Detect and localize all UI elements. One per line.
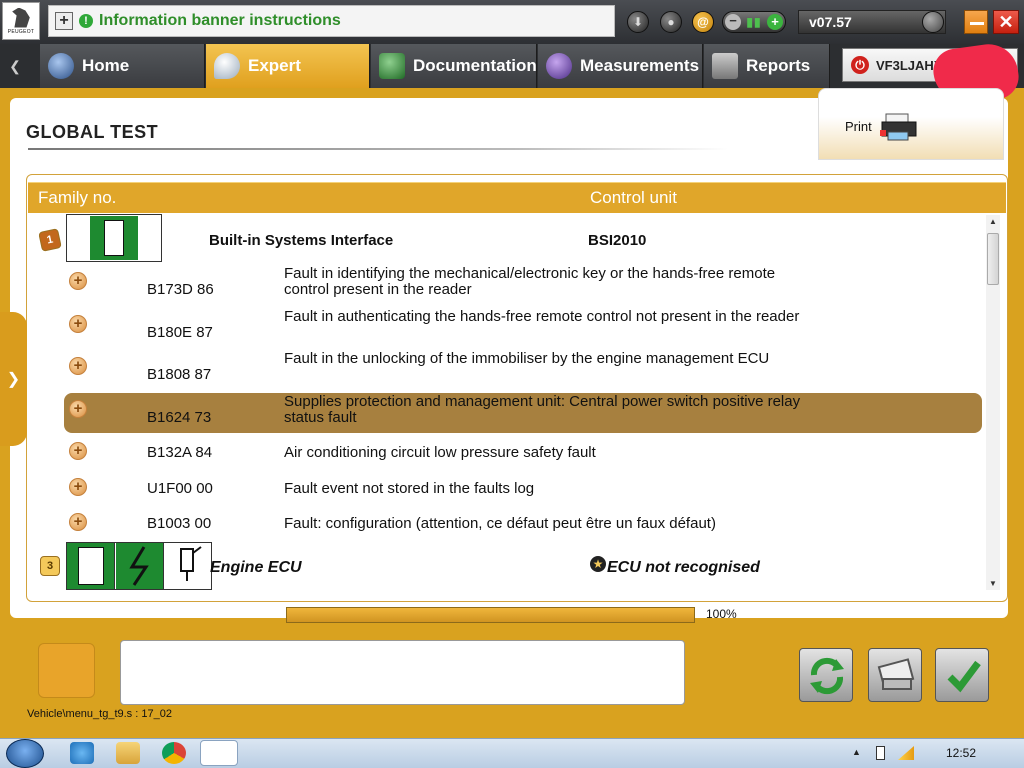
scroll-down-arrow[interactable]: ▼ bbox=[989, 579, 997, 588]
diagbox-taskbar-item[interactable] bbox=[200, 740, 238, 766]
expand-fault-icon[interactable]: + bbox=[69, 442, 87, 460]
expand-fault-icon[interactable]: + bbox=[69, 357, 87, 375]
group-name: Engine ECU bbox=[210, 559, 302, 576]
scrollbar-thumb[interactable] bbox=[987, 233, 999, 285]
internet-explorer-icon[interactable] bbox=[70, 742, 94, 764]
information-banner[interactable]: + ! Information banner instructions bbox=[48, 5, 615, 37]
nav-back-arrow[interactable]: ❮ bbox=[0, 44, 30, 88]
show-hidden-icons[interactable]: ▲ bbox=[852, 747, 861, 757]
status-indicator-box bbox=[38, 643, 95, 698]
tab-expert[interactable]: Expert bbox=[206, 44, 370, 88]
group-badge: 3 bbox=[40, 556, 60, 576]
expand-fault-icon[interactable]: + bbox=[69, 315, 87, 333]
minimize-button[interactable] bbox=[964, 10, 988, 34]
folder-icon[interactable] bbox=[116, 742, 140, 764]
lion-icon bbox=[12, 7, 30, 28]
star-icon: ★ bbox=[590, 556, 606, 572]
logo-text: PEUGEOT bbox=[7, 28, 35, 35]
chrome-icon[interactable] bbox=[162, 742, 186, 764]
refresh-icon bbox=[810, 657, 844, 695]
checkmark-icon bbox=[947, 660, 981, 693]
tab-reports[interactable]: Reports bbox=[704, 44, 830, 88]
ecu-device-icon bbox=[78, 547, 104, 585]
home-icon bbox=[48, 53, 74, 79]
expand-fault-icon[interactable]: + bbox=[69, 478, 87, 496]
taskbar-clock[interactable]: 12:52 bbox=[946, 746, 976, 760]
group-control-unit: BSI2010 bbox=[588, 232, 647, 249]
close-button[interactable]: ✕ bbox=[993, 10, 1019, 34]
fault-code: B173D 86 bbox=[147, 281, 214, 298]
progress-fill bbox=[287, 608, 694, 622]
minus-icon: − bbox=[725, 14, 741, 30]
fault-code: B132A 84 bbox=[147, 444, 213, 461]
print-report-button[interactable] bbox=[868, 648, 922, 702]
printer-icon bbox=[880, 113, 917, 141]
bsi-device-icon bbox=[104, 220, 124, 256]
expand-fault-icon[interactable]: + bbox=[69, 513, 87, 531]
status-path: Vehicle\menu_tg_t9.s : 17_02 bbox=[27, 708, 172, 720]
group-name: Built-in Systems Interface bbox=[209, 232, 394, 249]
fault-table bbox=[26, 174, 1008, 602]
fault-code: B1808 87 bbox=[147, 366, 212, 383]
waveform-icon bbox=[546, 53, 572, 79]
start-button[interactable] bbox=[6, 739, 44, 768]
tab-home[interactable]: Home bbox=[40, 44, 205, 88]
fault-description: Fault in authenticating the hands-free r… bbox=[284, 308, 800, 325]
tab-measurements-label: Measurements bbox=[580, 56, 700, 75]
fault-code: B180E 87 bbox=[147, 324, 213, 341]
title-divider bbox=[28, 148, 728, 150]
fault-description: Fault in identifying the mechanical/elec… bbox=[284, 265, 776, 298]
info-icon: ! bbox=[79, 14, 93, 28]
tab-documentation-label: Documentation bbox=[413, 56, 537, 75]
tab-documentation[interactable]: Documentation bbox=[371, 44, 537, 88]
signal-bars-icon: ▮▮ bbox=[746, 15, 762, 29]
fault-code: B1003 00 bbox=[147, 515, 212, 532]
lightning-icon bbox=[116, 543, 164, 589]
taskbar bbox=[0, 738, 1024, 768]
user-icon[interactable]: ● bbox=[660, 11, 682, 33]
power-icon: ⏻ bbox=[851, 56, 869, 74]
peugeot-logo: PEUGEOT bbox=[2, 2, 40, 40]
side-panel-toggle[interactable]: ❯ bbox=[0, 312, 27, 446]
group-badge-warning: 1 bbox=[38, 228, 62, 252]
chevron-right-icon: ❯ bbox=[6, 371, 21, 388]
battery-icon[interactable] bbox=[876, 746, 885, 760]
message-box bbox=[120, 640, 685, 705]
download-icon[interactable]: ⬇ bbox=[627, 11, 649, 33]
fault-description: Fault in the unlocking of the immobilise… bbox=[284, 350, 770, 367]
fault-code: B1624 73 bbox=[147, 409, 212, 426]
table-header bbox=[28, 182, 1006, 213]
tab-reports-label: Reports bbox=[746, 56, 811, 75]
page-title: GLOBAL TEST bbox=[26, 122, 159, 142]
fault-code: U1F00 00 bbox=[147, 480, 213, 497]
knob-icon[interactable] bbox=[922, 11, 944, 33]
fault-description: Supplies protection and management unit:… bbox=[284, 393, 801, 426]
report-icon bbox=[712, 53, 738, 79]
mail-icon[interactable]: @ bbox=[692, 11, 714, 33]
connection-toggle[interactable]: − ▮▮ + bbox=[722, 11, 786, 33]
expand-banner-icon[interactable]: + bbox=[55, 12, 73, 30]
confirm-button[interactable] bbox=[935, 648, 989, 702]
fault-description: Fault event not stored in the faults log bbox=[284, 480, 535, 497]
plus-icon: + bbox=[767, 14, 783, 30]
book-icon bbox=[379, 53, 405, 79]
fault-description: Fault: configuration (attention, ce défa… bbox=[284, 515, 716, 532]
magnifier-icon bbox=[214, 53, 240, 79]
tab-expert-label: Expert bbox=[248, 56, 301, 75]
column-header-family: Family no. bbox=[38, 188, 117, 207]
printer-icon bbox=[877, 658, 915, 690]
banner-text: Information banner instructions bbox=[99, 12, 341, 29]
expand-fault-icon[interactable]: + bbox=[69, 272, 87, 290]
injector-icon bbox=[165, 543, 211, 589]
refresh-button[interactable] bbox=[799, 648, 853, 702]
group-control-unit: ECU not recognised bbox=[607, 559, 760, 576]
tab-measurements[interactable]: Measurements bbox=[538, 44, 703, 88]
tab-home-label: Home bbox=[82, 56, 130, 75]
column-header-control-unit: Control unit bbox=[590, 188, 677, 207]
scroll-up-arrow[interactable]: ▲ bbox=[989, 217, 997, 226]
progress-label: 100% bbox=[706, 607, 737, 621]
fault-description: Air conditioning circuit low pressure sa… bbox=[284, 444, 596, 461]
print-label: Print bbox=[845, 119, 872, 134]
expand-fault-icon[interactable]: + bbox=[69, 400, 87, 418]
